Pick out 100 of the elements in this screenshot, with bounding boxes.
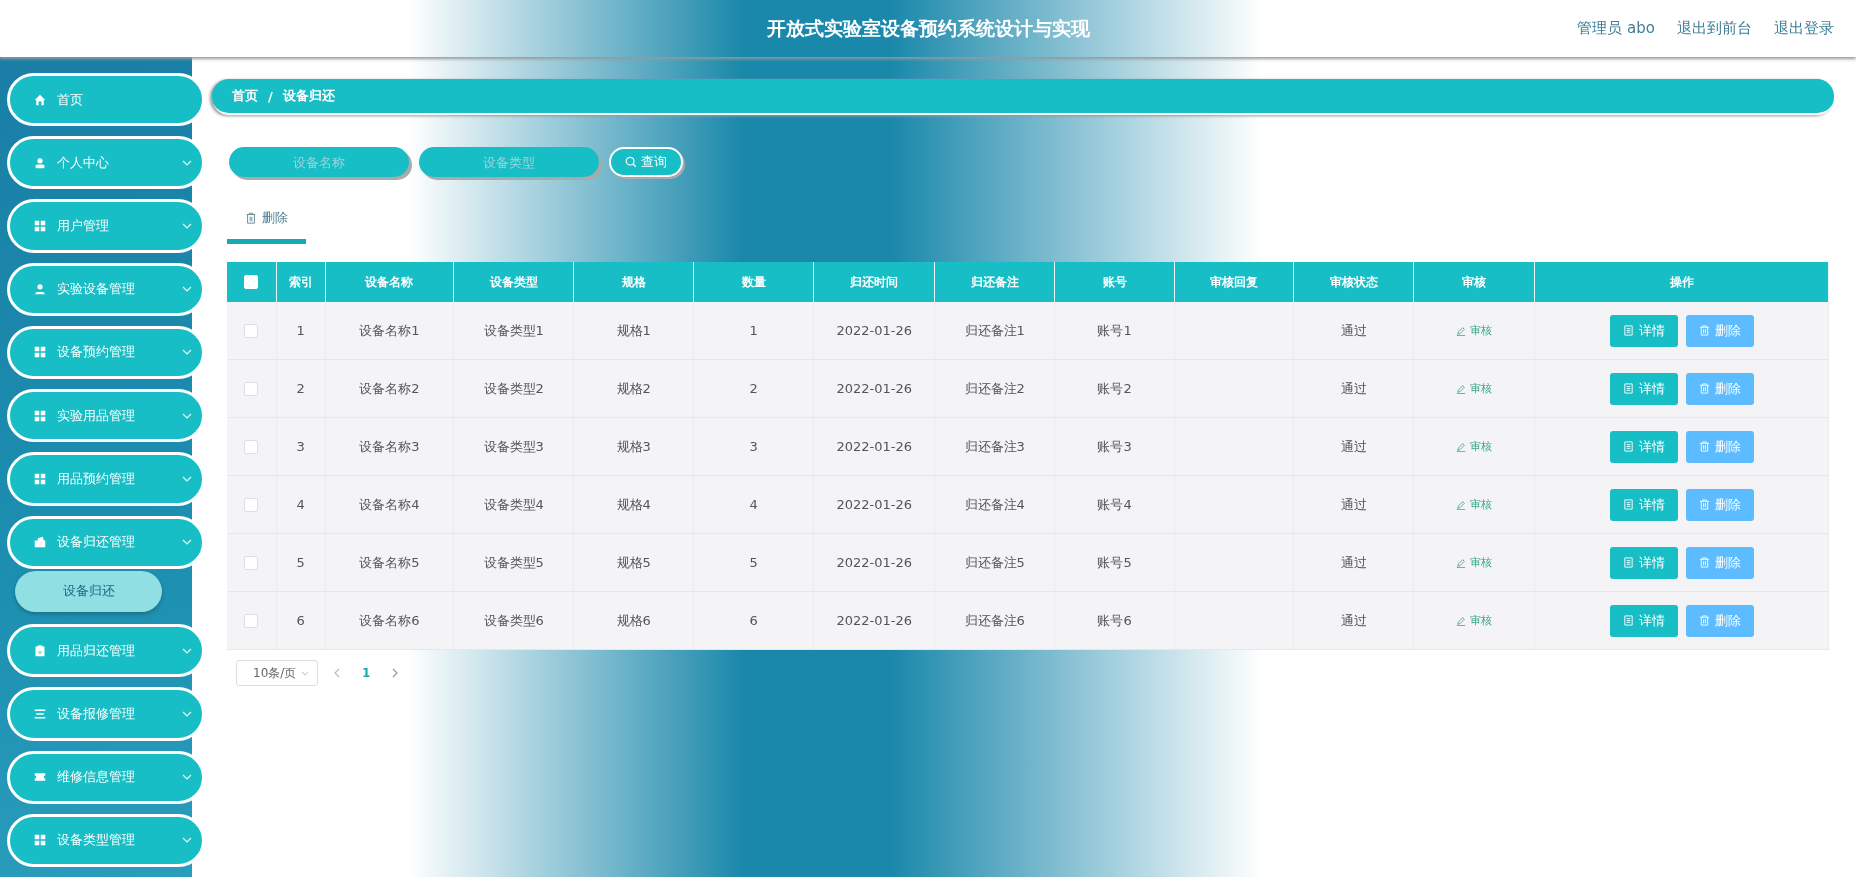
sidebar-item[interactable]: 设备报修管理 (7, 687, 205, 741)
table-cell: 规格6 (616, 611, 651, 630)
table-cell: 通过 (1340, 321, 1367, 340)
column-header: 数量 (741, 273, 766, 291)
trash-icon (1698, 557, 1710, 568)
wallet-icon (34, 536, 46, 549)
sidebar-item[interactable]: 设备预约管理 (7, 325, 205, 380)
column-header: 审核回复 (1210, 273, 1259, 291)
detail-button[interactable]: 详情 (1609, 488, 1678, 521)
delete-button[interactable]: 删除 (1685, 430, 1754, 463)
column-header: 设备名称 (365, 273, 414, 291)
trash-icon (1698, 615, 1710, 626)
breadcrumb-item[interactable]: 首页 (232, 87, 258, 105)
review-link[interactable]: 审核 (1456, 555, 1493, 570)
column-header: 设备类型 (489, 273, 538, 291)
detail-button[interactable]: 详情 (1609, 372, 1678, 405)
column-header: 归还时间 (850, 273, 899, 291)
delete-button[interactable]: 删除 (227, 209, 306, 244)
column-header: 审核 (1462, 273, 1487, 291)
pencil-icon (1456, 383, 1467, 394)
table-cell: 3 (749, 439, 758, 454)
checkbox[interactable] (244, 323, 259, 338)
header-link[interactable]: 退出到前台 (1677, 19, 1752, 38)
review-link[interactable]: 审核 (1456, 439, 1493, 454)
review-link[interactable]: 审核 (1456, 323, 1493, 338)
checkbox[interactable] (244, 613, 259, 628)
detail-button[interactable]: 详情 (1609, 430, 1678, 463)
checkbox[interactable] (244, 555, 259, 570)
grid-icon (34, 409, 46, 422)
sidebar-item[interactable]: 设备类型管理 (7, 813, 205, 868)
next-page-icon[interactable] (392, 668, 399, 678)
table-cell: 规格1 (616, 321, 651, 340)
table-cell: 2022-01-26 (836, 613, 912, 628)
detail-button[interactable]: 详情 (1609, 604, 1678, 637)
review-link[interactable]: 审核 (1456, 381, 1493, 396)
table-cell: 设备类型5 (483, 553, 544, 572)
pencil-icon (1456, 499, 1467, 510)
sidebar-item[interactable]: 首页 (7, 73, 205, 127)
pencil-icon (1456, 325, 1467, 336)
table-cell: 归还备注2 (964, 379, 1025, 398)
column-header: 操作 (1669, 273, 1694, 291)
delete-button[interactable]: 删除 (1685, 314, 1754, 347)
previous-page-icon[interactable] (334, 668, 340, 678)
column-header: 审核状态 (1329, 273, 1378, 291)
home-icon (34, 93, 46, 106)
sidebar-item[interactable]: 维修信息管理 (7, 750, 205, 804)
search-field[interactable]: 设备名称 (229, 147, 409, 177)
pencil-icon (1456, 441, 1467, 452)
user-icon (34, 156, 46, 169)
document-icon (1622, 441, 1634, 452)
header-link[interactable]: 退出登录 (1774, 19, 1834, 38)
delete-button[interactable]: 删除 (1685, 488, 1754, 521)
table-cell: 规格3 (616, 437, 651, 456)
search-field[interactable]: 设备类型 (419, 147, 599, 177)
checkbox[interactable] (244, 497, 259, 512)
sidebar-item[interactable]: 用户管理 (7, 199, 205, 253)
checkbox[interactable] (244, 381, 259, 396)
table-cell: 设备名称5 (359, 553, 420, 572)
document-icon (1622, 325, 1634, 336)
sidebar-item[interactable]: 用品归还管理 (7, 624, 205, 678)
grid-icon (34, 220, 46, 233)
person-icon (34, 283, 46, 296)
detail-button[interactable]: 详情 (1609, 546, 1678, 579)
table-cell: 设备类型4 (483, 495, 544, 514)
sidebar-item[interactable]: 实验用品管理 (7, 389, 205, 443)
chevron-down-icon (301, 670, 309, 676)
list-icon (34, 708, 46, 720)
table-cell: 账号2 (1097, 379, 1132, 398)
pencil-icon (1456, 557, 1467, 568)
table-cell: 通过 (1340, 379, 1367, 398)
ticket-icon (34, 771, 46, 784)
review-link[interactable]: 审核 (1456, 613, 1493, 628)
column-header: 规格 (621, 273, 646, 291)
sidebar-item[interactable]: 设备归还管理 (7, 515, 205, 569)
checkbox[interactable] (244, 439, 259, 454)
table-cell: 归还备注4 (964, 495, 1025, 514)
table-cell: 6 (749, 613, 758, 628)
page-size-select[interactable]: 10条/页 (236, 660, 318, 686)
column-header: 索引 (288, 273, 313, 291)
delete-button[interactable]: 删除 (1685, 546, 1754, 579)
review-link[interactable]: 审核 (1456, 497, 1493, 512)
table-cell: 5 (749, 555, 758, 570)
delete-button[interactable]: 删除 (1685, 372, 1754, 405)
search-button[interactable]: 查询 (609, 147, 683, 177)
table-cell: 通过 (1340, 553, 1367, 572)
delete-button[interactable]: 删除 (1685, 604, 1754, 637)
trash-icon (1698, 325, 1710, 336)
sidebar-item[interactable]: 个人中心 (7, 136, 205, 190)
table-cell: 归还备注6 (964, 611, 1025, 630)
submenu-item[interactable]: 设备归还 (15, 570, 162, 613)
sidebar-item[interactable]: 实验设备管理 (7, 262, 205, 316)
pencil-icon (1456, 615, 1467, 626)
clipboard-icon (34, 644, 46, 657)
sidebar-item[interactable]: 用品预约管理 (7, 452, 205, 506)
table-cell: 账号6 (1097, 611, 1132, 630)
grid-icon (34, 472, 46, 485)
table-cell: 3 (296, 439, 305, 454)
table-cell: 通过 (1340, 495, 1367, 514)
detail-button[interactable]: 详情 (1609, 314, 1678, 347)
window-title: 开放式实验室设备预约系统设计与实现 (766, 15, 1090, 41)
